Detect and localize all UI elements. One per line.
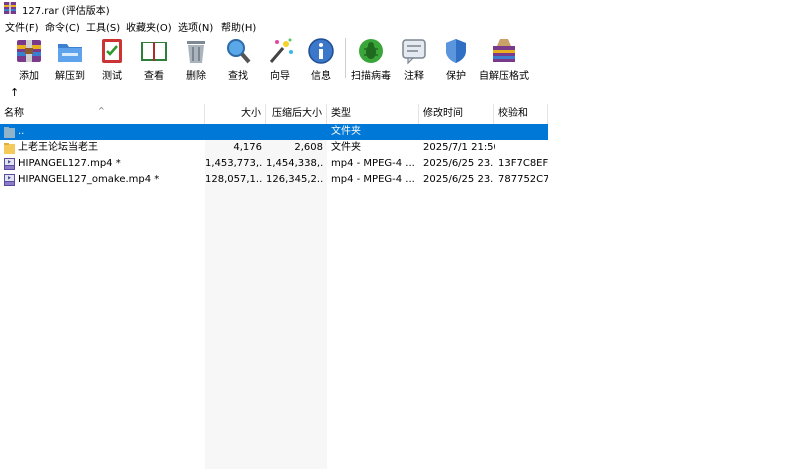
add-button[interactable]: 添加: [9, 34, 49, 82]
row-checksum: [498, 140, 548, 156]
column-header-modified[interactable]: 修改时间: [419, 104, 494, 124]
folder-icon: [4, 143, 15, 154]
test-icon: [102, 39, 122, 63]
column-header-size[interactable]: 大小: [205, 104, 266, 124]
table-row-parent[interactable]: .. 文件夹: [0, 124, 548, 140]
virus-scan-icon: [359, 39, 383, 63]
row-checksum: 13F7C8EF: [498, 158, 548, 169]
column-header-name-label: 名称: [4, 108, 24, 119]
find-button[interactable]: 查找: [218, 34, 258, 82]
row-type: 文件夹: [331, 126, 361, 137]
row-name: 上老王论坛当老王: [18, 142, 98, 153]
info-icon: [308, 38, 334, 64]
shield-icon: [446, 39, 466, 63]
file-list: 名称 ^ 大小 压缩后大小 类型 修改时间 校验和 .. 文件夹 上老王论坛当老…: [0, 104, 800, 469]
virus-scan-button[interactable]: 扫描病毒: [351, 34, 391, 82]
video-file-icon: [4, 174, 15, 186]
column-header-type[interactable]: 类型: [327, 104, 419, 124]
menu-file[interactable]: 文件(F): [5, 19, 39, 34]
extract-to-button[interactable]: 解压到: [50, 34, 90, 82]
row-checksum: [498, 124, 548, 140]
row-name: ..: [18, 126, 25, 137]
extract-to-icon: [58, 44, 82, 62]
window-title: 127.rar (评估版本): [22, 6, 110, 17]
find-magnifier-icon: [227, 39, 251, 64]
row-modified: 2025/6/25 23...: [423, 158, 493, 169]
toolbar: 添加 解压到 测试 查看 删除 查找 向导 信息 扫描病毒 注释 保护 自解压格…: [0, 34, 800, 82]
row-packed: 126,345,2...: [266, 174, 323, 185]
comment-icon: [402, 39, 426, 65]
sfx-icon: [493, 39, 515, 62]
row-type: 文件夹: [331, 142, 361, 153]
row-modified: 2025/7/1 21:50: [423, 142, 495, 153]
row-modified: [423, 124, 493, 140]
test-button[interactable]: 测试: [92, 34, 132, 82]
row-name: HIPANGEL127_omake.mp4 *: [18, 174, 160, 185]
protect-button-label: 保护: [446, 71, 466, 82]
row-size: 4,176: [233, 142, 262, 153]
row-size: 128,057,1...: [205, 174, 262, 185]
info-button[interactable]: 信息: [301, 34, 341, 82]
column-header-packed[interactable]: 压缩后大小: [266, 104, 327, 124]
row-type: mp4 - MPEG-4 ...: [331, 174, 415, 185]
comment-button[interactable]: 注释: [394, 34, 434, 82]
column-header-checksum[interactable]: 校验和: [494, 104, 548, 124]
delete-trash-icon: [187, 41, 205, 63]
row-name: HIPANGEL127.mp4 *: [18, 158, 121, 169]
title-bar: 127.rar (评估版本): [0, 0, 800, 17]
wizard-wand-icon: [269, 38, 293, 63]
up-folder-button[interactable]: ↑: [10, 86, 19, 99]
row-packed: [266, 124, 323, 140]
info-button-label: 信息: [311, 71, 331, 82]
row-type: mp4 - MPEG-4 ...: [331, 158, 415, 169]
add-archive-icon: [17, 40, 41, 62]
view-button[interactable]: 查看: [134, 34, 174, 82]
view-book-icon: [141, 42, 167, 61]
sfx-button-label: 自解压格式: [479, 71, 529, 82]
row-size: 1,453,773,...: [205, 158, 262, 169]
menu-favorites[interactable]: 收藏夹(O): [126, 19, 172, 34]
protect-button[interactable]: 保护: [436, 34, 476, 82]
menu-bar: 文件(F) 命令(C) 工具(S) 收藏夹(O) 选项(N) 帮助(H): [0, 16, 800, 34]
table-row-file[interactable]: HIPANGEL127.mp4 * 1,453,773,... 1,454,33…: [0, 156, 548, 172]
delete-button[interactable]: 删除: [176, 34, 216, 82]
row-size: [205, 124, 262, 140]
row-modified: 2025/6/25 23...: [423, 174, 493, 185]
wizard-button[interactable]: 向导: [260, 34, 300, 82]
row-packed: 1,454,338,...: [266, 158, 323, 169]
sort-ascending-icon: ^: [98, 106, 105, 115]
path-bar: ↑: [0, 82, 800, 105]
column-header-name[interactable]: 名称 ^: [0, 104, 205, 124]
table-row-file[interactable]: HIPANGEL127_omake.mp4 * 128,057,1... 126…: [0, 172, 548, 188]
row-checksum: 787752C7: [498, 174, 548, 185]
video-file-icon: [4, 158, 15, 170]
menu-command[interactable]: 命令(C): [45, 19, 80, 34]
row-packed: 2,608: [294, 142, 323, 153]
menu-help[interactable]: 帮助(H): [221, 19, 256, 34]
menu-options[interactable]: 选项(N): [178, 19, 213, 34]
parent-folder-icon: [4, 127, 15, 138]
table-row-folder[interactable]: 上老王论坛当老王 4,176 2,608 文件夹 2025/7/1 21:50: [0, 140, 548, 156]
column-header: 名称 ^ 大小 压缩后大小 类型 修改时间 校验和: [0, 104, 800, 124]
menu-tools[interactable]: 工具(S): [86, 19, 120, 34]
winrar-app-icon: [4, 2, 16, 14]
sfx-button[interactable]: 自解压格式: [479, 34, 529, 82]
